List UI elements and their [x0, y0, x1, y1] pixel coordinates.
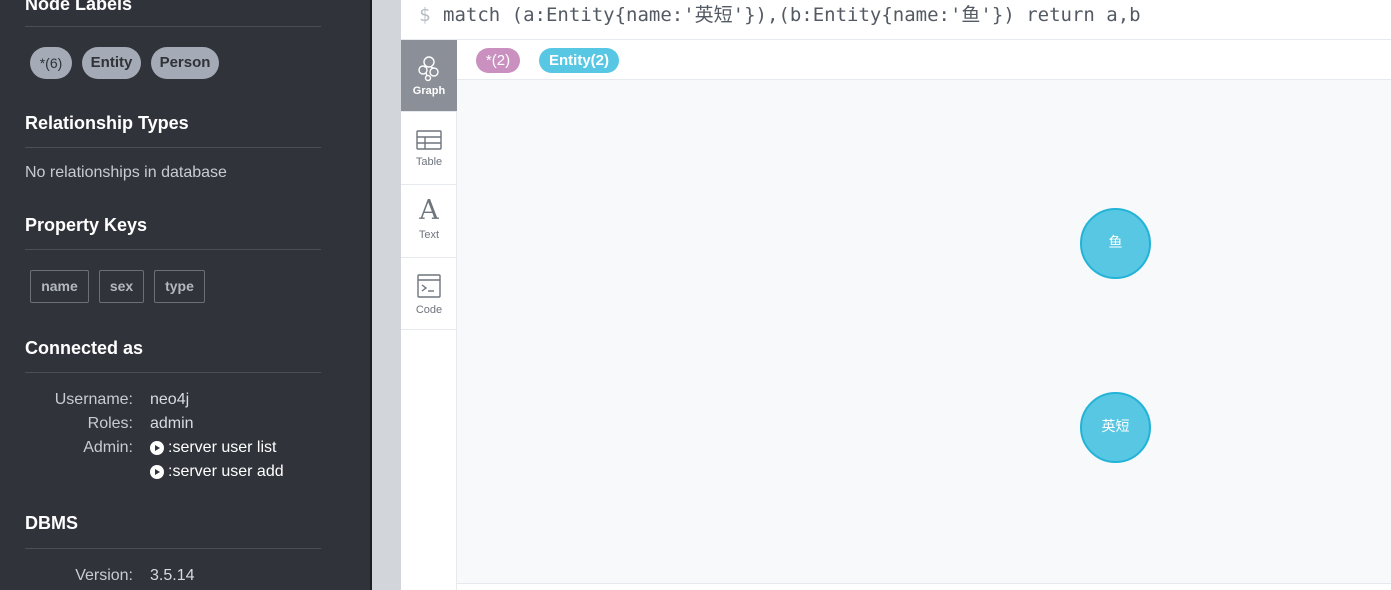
node-label-all[interactable]: *(6) — [30, 47, 72, 79]
server-user-add-label: :server user add — [168, 463, 284, 480]
property-keys-title: Property Keys — [25, 215, 148, 235]
play-icon — [150, 441, 164, 455]
graph-canvas[interactable]: 鱼 英短 — [457, 80, 1391, 583]
view-tabs: Graph Table A Text Code — [401, 40, 457, 590]
property-key-type[interactable]: type — [154, 270, 205, 303]
roles-label: Roles: — [87, 415, 133, 432]
tab-graph[interactable]: Graph — [401, 40, 457, 112]
property-key-name[interactable]: name — [30, 270, 89, 303]
table-icon — [416, 130, 442, 150]
connected-as-title: Connected as — [25, 338, 144, 358]
admin-label: Admin: — [83, 439, 133, 456]
roles-value: admin — [150, 415, 194, 432]
graph-node[interactable]: 英短 — [1080, 392, 1151, 463]
result-label-all[interactable]: *(2) — [476, 48, 520, 73]
tab-graph-label: Graph — [412, 85, 446, 97]
result-label-bar: *(2) Entity(2) — [457, 40, 1391, 80]
tab-code-label: Code — [415, 304, 443, 316]
node-label-person[interactable]: Person — [151, 47, 219, 79]
version-value: 3.5.14 — [150, 567, 195, 584]
gutter — [372, 0, 401, 590]
no-relationships-text: No relationships in database — [25, 164, 227, 181]
query-text[interactable]: match (a:Entity{name:'英短'}),(b:Entity{na… — [443, 0, 1141, 30]
node-labels-title: Node Labels — [25, 0, 133, 14]
query-editor[interactable]: $ match (a:Entity{name:'英短'}),(b:Entity{… — [401, 0, 1391, 40]
relationship-types-title: Relationship Types — [25, 113, 189, 133]
graph-node[interactable]: 鱼 — [1080, 208, 1151, 279]
server-user-list-label: :server user list — [168, 439, 277, 456]
divider — [25, 548, 321, 549]
tab-table-label: Table — [415, 156, 443, 168]
username-label: Username: — [54, 391, 133, 408]
graph-icon — [418, 56, 439, 82]
prompt-symbol: $ — [419, 4, 431, 26]
tab-text[interactable]: A Text — [401, 185, 457, 258]
canvas-footer — [457, 583, 1391, 590]
play-icon — [150, 465, 164, 479]
node-label-entity[interactable]: Entity — [82, 47, 141, 79]
tab-code[interactable]: Code — [401, 258, 457, 330]
version-label: Version: — [75, 567, 133, 584]
divider — [25, 372, 321, 373]
server-user-list-link[interactable]: :server user list — [150, 439, 276, 457]
dbms-title: DBMS — [25, 513, 78, 533]
divider — [25, 26, 321, 27]
divider — [25, 147, 321, 148]
tab-table[interactable]: Table — [401, 112, 457, 185]
server-user-add-link[interactable]: :server user add — [150, 463, 284, 481]
divider — [25, 249, 321, 250]
sidebar: Node Labels *(6) Entity Person Relations… — [0, 0, 370, 590]
tab-text-label: Text — [418, 229, 440, 241]
result-label-entity[interactable]: Entity(2) — [539, 48, 619, 73]
username-value: neo4j — [150, 391, 190, 408]
code-icon — [417, 274, 441, 298]
property-key-sex[interactable]: sex — [99, 270, 144, 303]
text-icon: A — [419, 195, 439, 226]
